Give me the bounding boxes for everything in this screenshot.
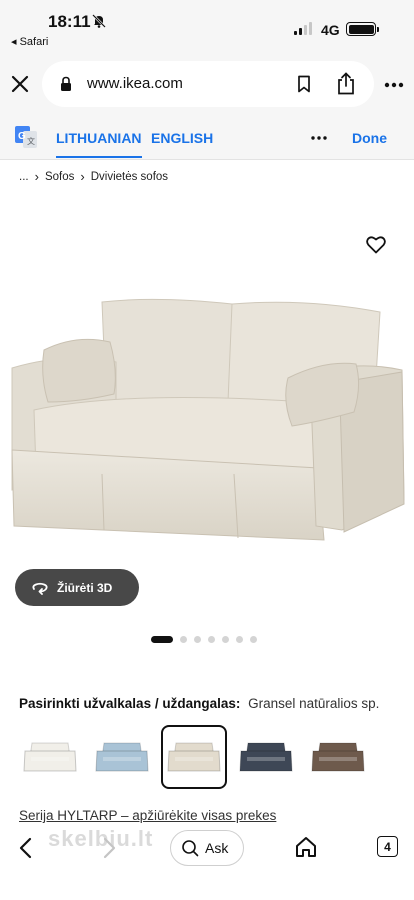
language-tab-lithuanian[interactable]: LITHUANIAN — [56, 130, 142, 158]
share-icon[interactable] — [336, 72, 356, 95]
swatch-white[interactable] — [17, 725, 83, 789]
signal-icon — [294, 22, 312, 35]
rotate-3d-icon — [32, 582, 48, 595]
cover-selection: Pasirinkti užvalkalas / uždangalas: Gran… — [19, 696, 379, 711]
ask-button[interactable]: Ask — [170, 830, 244, 866]
swatch-brown[interactable] — [305, 725, 371, 789]
back-icon[interactable] — [18, 837, 34, 859]
swatch-natural[interactable] — [161, 725, 227, 789]
tab-count: 4 — [384, 839, 391, 854]
forward-icon[interactable] — [101, 837, 117, 859]
cover-value: Gransel natūralios sp. — [248, 696, 380, 711]
lock-icon — [61, 76, 71, 91]
more-options-icon[interactable] — [384, 82, 404, 88]
pagination-dot[interactable] — [151, 636, 173, 643]
language-tab-english[interactable]: ENGLISH — [151, 130, 213, 146]
view-3d-button[interactable]: Žiūrėti 3D — [15, 569, 139, 606]
sofa-thumbnail-icon — [239, 742, 293, 772]
cover-swatches — [17, 725, 371, 789]
pagination-dot[interactable] — [222, 636, 229, 643]
sofa-thumbnail-icon — [95, 742, 149, 772]
ask-label: Ask — [205, 840, 229, 856]
translate-bar: G 文 LITHUANIAN ENGLISH Done — [0, 116, 414, 160]
close-icon[interactable] — [10, 74, 30, 94]
network-type: 4G — [321, 22, 340, 38]
browser-bottom-bar: skelbiu.lt Ask 4 — [0, 826, 414, 900]
product-image[interactable] — [6, 290, 411, 552]
chat-search-icon — [182, 840, 199, 857]
swatch-dark-blue[interactable] — [233, 725, 299, 789]
url-text[interactable]: www.ikea.com — [87, 75, 183, 92]
chevron-right-icon: › — [34, 169, 39, 184]
breadcrumb-ellipsis[interactable]: ... — [19, 171, 29, 183]
cover-label: Pasirinkti užvalkalas / uždangalas: — [19, 696, 241, 711]
translate-options-icon[interactable] — [311, 136, 327, 140]
sofa-thumbnail-icon — [311, 742, 365, 772]
svg-text:文: 文 — [27, 136, 35, 146]
google-translate-icon: G 文 — [15, 126, 37, 148]
pagination-dot[interactable] — [250, 636, 257, 643]
browser-toolbar: www.ikea.com — [0, 52, 414, 116]
tabs-button[interactable]: 4 — [377, 836, 398, 857]
pagination-dot[interactable] — [194, 636, 201, 643]
home-icon[interactable] — [295, 836, 317, 858]
view-3d-label: Žiūrėti 3D — [57, 580, 113, 595]
address-bar[interactable]: www.ikea.com — [42, 61, 374, 107]
svg-text:G: G — [18, 131, 26, 142]
battery-icon — [346, 22, 379, 36]
clock: 18:11 — [48, 12, 91, 31]
breadcrumb: ... › Sofos › Dvivietės sofos — [19, 169, 168, 184]
swatch-light-blue[interactable] — [89, 725, 155, 789]
chevron-right-icon: › — [80, 169, 85, 184]
image-pagination[interactable] — [151, 636, 257, 643]
done-button[interactable]: Done — [352, 130, 387, 146]
heart-icon[interactable] — [366, 235, 386, 254]
series-link[interactable]: Serija HYLTARP – apžiūrėkite visas preke… — [19, 808, 276, 823]
sofa-thumbnail-icon — [167, 742, 221, 772]
bell-off-icon — [92, 14, 106, 28]
status-bar: 18:11 ◂ Safari 4G — [0, 0, 414, 52]
back-to-app-link[interactable]: ◂ Safari — [11, 35, 48, 48]
breadcrumb-item-two-seat[interactable]: Dvivietės sofos — [91, 171, 168, 183]
pagination-dot[interactable] — [236, 636, 243, 643]
bookmark-icon[interactable] — [297, 75, 311, 93]
breadcrumb-item-sofos[interactable]: Sofos — [45, 171, 74, 183]
pagination-dot[interactable] — [180, 636, 187, 643]
pagination-dot[interactable] — [208, 636, 215, 643]
sofa-thumbnail-icon — [23, 742, 77, 772]
